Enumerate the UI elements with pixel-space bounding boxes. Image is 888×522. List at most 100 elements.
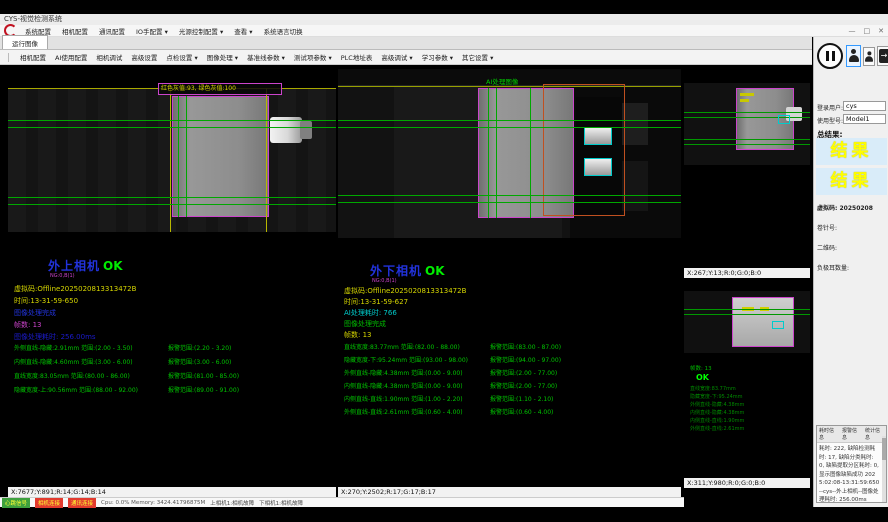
toolbar: 相机配置 AI使用配置相机调试高级设置点检设置 ▾ 图像处理 ▾ 基准线参数 ▾ 测试项…: [0, 50, 812, 65]
green-edge-line: [496, 88, 497, 218]
process-done-text: 图像处理完成: [14, 308, 56, 318]
menu-bar: 系统配置 相机配置 通讯配置 IO手配置 ▾ 光源控制配置 ▾ 查看 ▾ 系统语言切换 — …: [0, 25, 888, 37]
mini-measurement-text: 外侧直线-隐藏:4.38mm: [690, 401, 744, 409]
green-measure-line: [338, 202, 681, 203]
toolbar-button[interactable]: 点检设置 ▾: [166, 52, 197, 62]
alarm-range-text: 报警范围:(89.00 - 91.00): [168, 387, 239, 394]
result-ok-text: OK: [103, 259, 123, 273]
yellow-annotation-mark: [740, 99, 749, 102]
status-bar: 心跳信号 相机连接 通讯连接 Cpu: 0.0% Memory: 3424.41…: [0, 497, 684, 507]
reel-number-label: 卷针号:: [817, 223, 837, 232]
virtual-code-line: 虚拟码: 20250208: [817, 203, 873, 212]
model-label: 使用型号:: [817, 116, 843, 125]
title-bar[interactable]: CYS-视觉检测系统: [0, 14, 888, 25]
menu-item[interactable]: 查看 ▾: [234, 26, 252, 36]
alarm-range-text: 报警范围:(94.00 - 97.00): [490, 357, 561, 364]
toolbar-button[interactable]: PLC地址表: [341, 52, 373, 62]
measurement-row: 内侧直线-隐藏:4.38mm 范围:(0.00 - 9.00) 报警范围:(2.…: [344, 383, 561, 390]
result-ok-text: OK: [696, 373, 709, 382]
green-measure-line: [8, 120, 336, 121]
frame-count-text: 帧数: 13: [14, 320, 42, 330]
measurement-row: 隐藏宽度-上:90.56mm 范围:(88.00 - 92.00) 报警范围:(…: [14, 387, 239, 394]
pause-button[interactable]: [817, 43, 843, 69]
tab-run-image[interactable]: 运行图像: [2, 35, 48, 49]
camera-result-title: 外上相机OK: [48, 257, 123, 274]
yellow-guide-line: [338, 86, 681, 87]
maximize-icon[interactable]: □: [864, 27, 871, 35]
menu-item[interactable]: 通讯配置: [99, 26, 125, 36]
measurement-text: 外侧直线-隐藏:2.91mm 范围:(2.00 - 3.50): [14, 345, 168, 352]
toolbar-button[interactable]: 高级调试 ▾: [381, 52, 412, 62]
model-field[interactable]: [843, 114, 886, 124]
measurement-text: 外侧直线-隐藏:4.38mm 范围:(0.00 - 9.00): [344, 370, 490, 377]
roi-orange-box: [543, 84, 625, 216]
yellow-measure-line: [170, 88, 171, 232]
inspected-part: [732, 297, 794, 347]
pixel-coordinate-readout: X:270;Y:2502;R:17;G:17;B:17: [338, 487, 681, 497]
frame-count-text: 帧数: 13: [690, 365, 712, 373]
menu-item[interactable]: 光源控制配置 ▾: [179, 26, 223, 36]
login-user-field[interactable]: [843, 101, 886, 111]
preview-upper-camera[interactable]: X:267;Y:13;R:0;G:0;B:0: [684, 65, 810, 278]
measurement-text: 外侧直线-直线:2.61mm 范围:(0.60 - 4.00): [344, 409, 490, 416]
measurement-list: 外侧直线-隐藏:2.91mm 范围:(2.00 - 3.50) 报警范围:(2.…: [14, 345, 239, 401]
green-edge-line: [530, 88, 531, 218]
log-tab[interactable]: 耗时信息: [819, 427, 838, 441]
alarm-range-text: 报警范围:(81.00 - 85.00): [168, 373, 239, 380]
close-icon[interactable]: ✕: [878, 27, 884, 35]
menu-item[interactable]: 系统配置: [25, 26, 51, 36]
mini-measurement-list: 直线宽度:83.77mm隐藏宽度-下:95.24mm外侧直线-隐藏:4.38mm…: [690, 385, 744, 433]
mini-measurement-text: 直线宽度:83.77mm: [690, 385, 744, 393]
camera-view-upper[interactable]: 红色灰值:93, 绿色灰值:100 外上相机OK NG:0,B(1) 虚拟码:O…: [8, 65, 336, 497]
operator-button[interactable]: [863, 47, 875, 66]
green-edge-line: [488, 88, 489, 218]
preview-lower-camera[interactable]: 帧数: 13 OK 直线宽度:83.77mm隐藏宽度-下:95.24mm外侧直线…: [684, 281, 810, 488]
toolbar-button[interactable]: 相机调试: [96, 52, 122, 62]
measurement-row: 直线宽度:83.05mm 范围:(80.00 - 86.00) 报警范围:(81…: [14, 373, 239, 380]
camera-link-badge: 相机连接: [35, 498, 63, 508]
toolbar-button[interactable]: 图像处理 ▾: [207, 52, 238, 62]
measurement-text: 内侧直线-直线:1.90mm 范围:(1.00 - 2.20): [344, 396, 490, 403]
pixel-coordinate-readout: X:7677;Y:891;R:14;G:14;B:14: [8, 487, 336, 497]
exit-button[interactable]: →: [877, 46, 888, 66]
log-scrollbar[interactable]: [882, 436, 886, 502]
green-measure-line: [338, 195, 681, 196]
measurement-list: 直线宽度:83.77mm 范围:(82.00 - 88.00) 报警范围:(83…: [344, 344, 561, 422]
camera-view-lower[interactable]: AI处理图像 外下相机OK NG:0,B(1) 虚拟码:Offline20250…: [338, 65, 681, 497]
toolbar-button[interactable]: 高级设置: [131, 52, 157, 62]
menu-item[interactable]: 相机配置: [62, 26, 88, 36]
virtual-code-text: 虚拟码:Offline2025020813313472B: [14, 284, 136, 294]
log-text: 耗时: 222, 缺陷检测耗时: 17, 缺陷分类耗时: 0, 缺陷提取分区耗时…: [817, 443, 886, 503]
window-controls: — □ ✕: [849, 27, 885, 35]
log-tab[interactable]: 报警信息: [842, 427, 861, 441]
comm-link-badge: 通讯连接: [68, 498, 96, 508]
tab-count-label: 负极耳数量:: [817, 263, 849, 272]
toolbar-button[interactable]: 学习参数 ▾: [422, 52, 453, 62]
ai-image-annotation: AI处理图像: [486, 76, 518, 86]
heartbeat-status-badge: 心跳信号: [2, 498, 30, 508]
toolbar-button[interactable]: 其它设置 ▾: [462, 52, 493, 62]
menu-item[interactable]: IO手配置 ▾: [136, 26, 168, 36]
user-button-active[interactable]: [846, 45, 861, 67]
toolbar-button[interactable]: 测试项参数 ▾: [294, 52, 332, 62]
alarm-range-text: 报警范围:(1.10 - 2.10): [490, 396, 553, 403]
minimize-icon[interactable]: —: [849, 27, 856, 35]
toolbar-button[interactable]: AI使用配置: [55, 52, 87, 62]
process-elapsed-text: 图像处理耗时: 256.00ms: [14, 332, 96, 342]
toolbar-button[interactable]: 基准线参数 ▾: [247, 52, 285, 62]
pause-icon: [826, 51, 829, 61]
green-measure-line: [684, 112, 810, 113]
log-panel[interactable]: 耗时信息报警信息统计信息 耗时: 222, 缺陷检测耗时: 17, 缺陷分类耗时…: [816, 425, 887, 503]
green-measure-line: [684, 314, 810, 315]
upper-camera-status: 上相机1:相机故障: [210, 499, 254, 507]
tab-bar: 运行图像: [0, 37, 812, 50]
mini-measurement-text: 内侧直线-隐藏:4.38mm: [690, 409, 744, 417]
measurement-text: 内侧直线-隐藏:4.38mm 范围:(0.00 - 9.00): [344, 383, 490, 390]
process-done-text: 图像处理完成: [344, 319, 386, 329]
connector-tip: [300, 121, 312, 139]
mini-measurement-text: 外侧直线-直线:2.61mm: [690, 425, 744, 433]
toolbar-button[interactable]: 相机配置: [20, 52, 46, 62]
menu-item[interactable]: 系统语言切换: [264, 26, 303, 36]
yellow-annotation-mark: [740, 93, 754, 96]
scrollbar-thumb[interactable]: [882, 438, 886, 460]
